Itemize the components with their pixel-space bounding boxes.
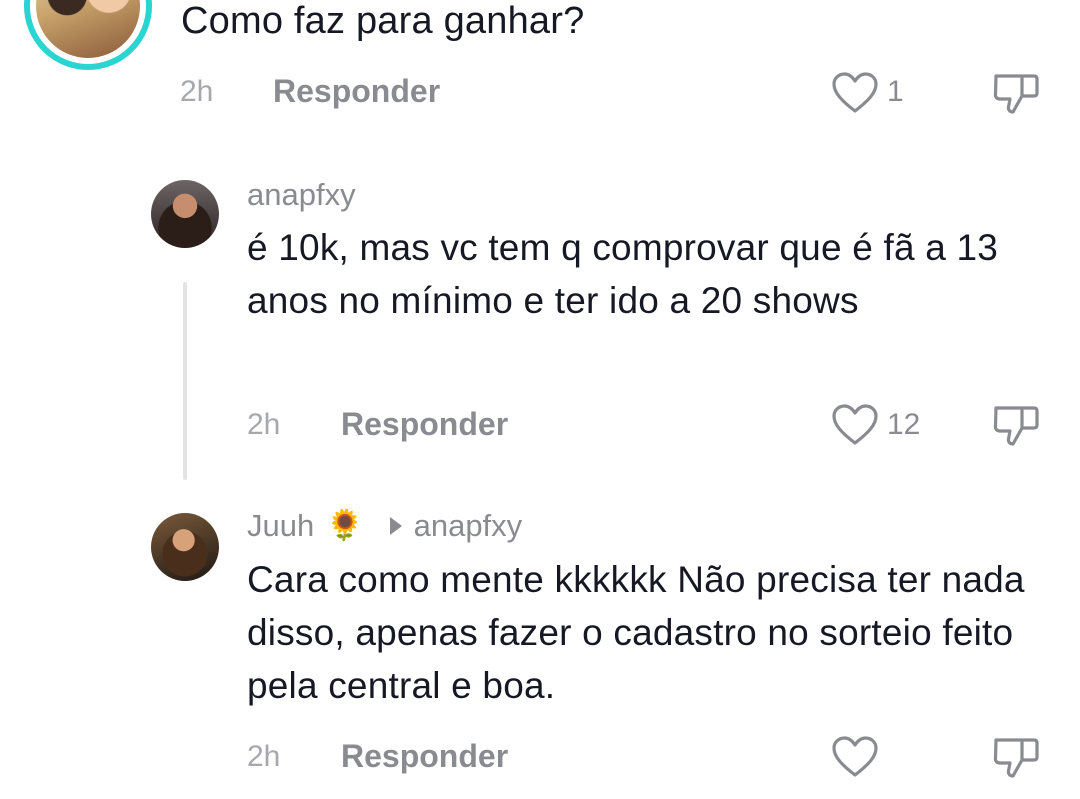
comment-time: 2h <box>247 408 281 441</box>
avatar[interactable] <box>151 513 219 581</box>
heart-icon[interactable] <box>832 404 878 446</box>
username[interactable]: anapfxy <box>247 177 356 213</box>
comment-time: 2h <box>180 75 214 108</box>
avatar[interactable] <box>151 180 219 248</box>
like-count: 12 <box>887 408 921 441</box>
username[interactable]: Juuh <box>247 508 314 544</box>
reply-button[interactable]: Responder <box>341 738 508 775</box>
comment-text: é 10k, mas vc tem q comprovar que é fã a… <box>247 227 999 321</box>
avatar-image <box>36 0 140 58</box>
reply-arrow-icon <box>389 517 402 535</box>
thumbs-down-icon[interactable] <box>992 72 1040 116</box>
comment-text: Cara como mente kkkkkk Não precisa ter n… <box>247 559 1025 706</box>
reply-button[interactable]: Responder <box>341 406 508 443</box>
heart-icon[interactable] <box>832 72 878 114</box>
reply-button[interactable]: Responder <box>273 73 440 110</box>
reply-header: Juuh 🌻 anapfxy <box>247 508 522 544</box>
avatar[interactable] <box>24 0 152 70</box>
like-count: 1 <box>887 75 904 108</box>
comment-text: Como faz para ganhar? <box>181 0 585 42</box>
comment-time: 2h <box>247 740 281 773</box>
sunflower-emoji: 🌻 <box>326 509 364 542</box>
thumbs-down-icon[interactable] <box>992 404 1040 448</box>
thread-line <box>183 282 187 480</box>
reply-to-username[interactable]: anapfxy <box>414 508 523 544</box>
thumbs-down-icon[interactable] <box>992 736 1040 780</box>
heart-icon[interactable] <box>832 736 878 778</box>
